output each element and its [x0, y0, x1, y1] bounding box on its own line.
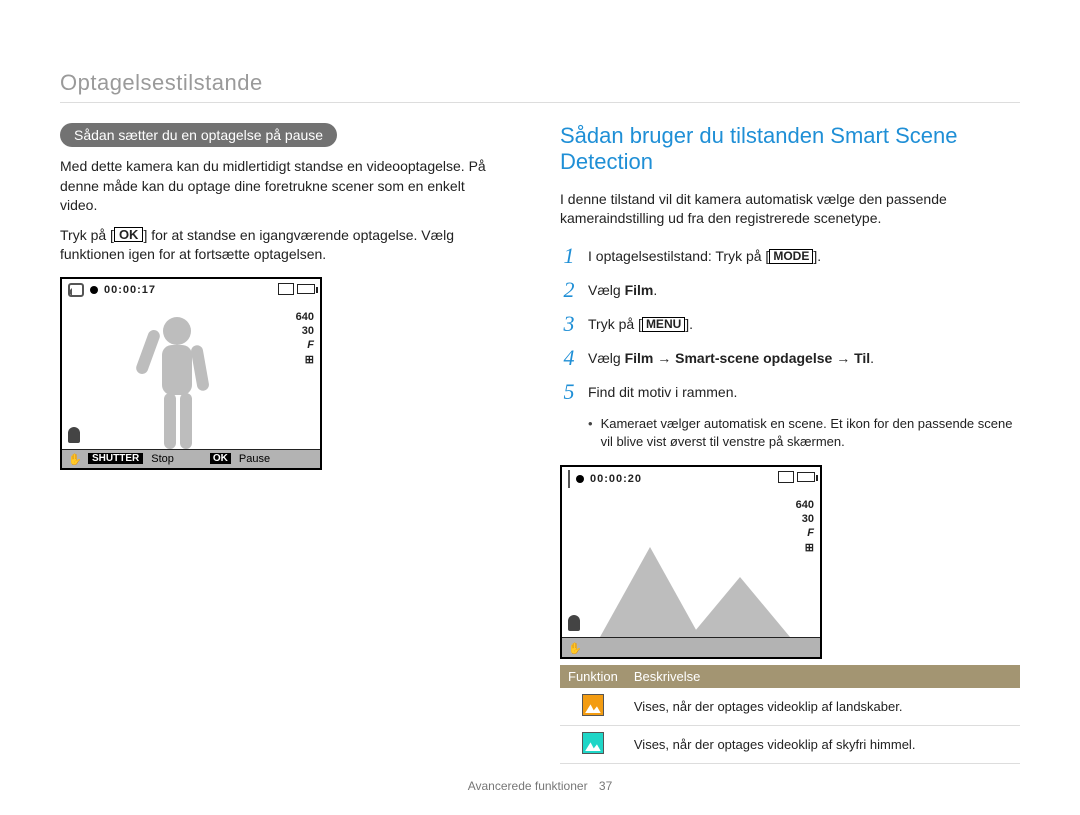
- sdcard-icon: [278, 283, 294, 295]
- step-num-5: 5: [560, 379, 578, 405]
- record-indicator-icon: [576, 475, 584, 483]
- page-header: Optagelsestilstande: [60, 70, 1020, 103]
- step-text-5: Find dit motiv i rammen.: [588, 379, 1020, 403]
- stop-label: Stop: [151, 453, 174, 465]
- function-table: Funktion Beskrivelse Vises, når der opta…: [560, 665, 1020, 764]
- col-beskrivelse: Beskrivelse: [626, 665, 1020, 688]
- person-silhouette: [122, 309, 232, 449]
- row-desc-landscape: Vises, når der optages videoklip af land…: [626, 688, 1020, 726]
- pause-para-1: Med dette kamera kan du midlertidigt sta…: [60, 157, 500, 216]
- table-row: Vises, når der optages videoklip af land…: [560, 688, 1020, 726]
- resolution-indicator: 640: [796, 499, 814, 511]
- smart-scene-title: Sådan bruger du tilstanden Smart Scene D…: [560, 123, 1020, 176]
- step-text-3: Tryk på [MENU].: [588, 311, 1020, 335]
- focus-indicator-icon: F: [296, 339, 314, 351]
- camera-preview-pause: 00:00:17 640 30 F ⊞: [60, 277, 322, 470]
- battery-icon: [297, 284, 315, 294]
- pause-para-2: Tryk på [OK] for at standse en igangvære…: [60, 226, 500, 265]
- resolution-indicator: 640: [296, 311, 314, 323]
- battery-icon: [797, 472, 815, 482]
- ok-label: OK: [210, 453, 231, 464]
- camera-preview-smart-scene: 00:00:20 640 30 F ⊞ ✋: [560, 465, 822, 659]
- step-text-4: Vælg Film → Smart-scene opdagelse → Til.: [588, 345, 1020, 369]
- step-text-2: Vælg Film.: [588, 277, 1020, 301]
- ok-button-glyph: OK: [114, 227, 144, 242]
- row-desc-sky: Vises, når der optages videoklip af skyf…: [626, 726, 1020, 764]
- landscape-scene-icon: [582, 694, 604, 716]
- step-num-4: 4: [560, 345, 578, 371]
- recording-time: 00:00:17: [104, 284, 156, 296]
- fps-indicator: 30: [796, 513, 814, 525]
- smartfilter-icon: ⊞: [296, 353, 314, 366]
- pause-label: Pause: [239, 453, 270, 465]
- fps-indicator: 30: [296, 325, 314, 337]
- record-indicator-icon: [90, 286, 98, 294]
- step-text-1: I optagelsestilstand: Tryk på [MODE].: [588, 243, 1020, 267]
- step-num-1: 1: [560, 243, 578, 269]
- col-funktion: Funktion: [560, 665, 626, 688]
- menu-button-glyph: MENU: [642, 317, 685, 332]
- smart-scene-intro: I denne tilstand vil dit kamera automati…: [560, 190, 1020, 229]
- step5-subbullet: • Kameraet vælger automatisk en scene. E…: [588, 415, 1020, 451]
- landscape-scene-badge-icon: [568, 471, 570, 487]
- microphone-icon: [568, 615, 580, 631]
- sdcard-icon: [778, 471, 794, 483]
- camera-preview-footer: ✋: [562, 637, 820, 657]
- step-num-2: 2: [560, 277, 578, 303]
- pause-section-pill: Sådan sætter du en optagelse på pause: [60, 123, 337, 147]
- page-footer: Avancerede funktioner 37: [0, 779, 1080, 793]
- table-row: Vises, når der optages videoklip af skyf…: [560, 726, 1020, 764]
- mountain-silhouette: [600, 532, 800, 637]
- clearsky-scene-icon: [582, 732, 604, 754]
- recording-time-2: 00:00:20: [590, 473, 642, 485]
- camera-preview-footer: ✋ SHUTTER Stop OK Pause: [62, 449, 320, 468]
- step-num-3: 3: [560, 311, 578, 337]
- microphone-icon: [68, 427, 80, 443]
- video-icon: [68, 283, 84, 297]
- mode-button-glyph: MODE: [769, 249, 813, 264]
- shutter-label: SHUTTER: [88, 453, 143, 464]
